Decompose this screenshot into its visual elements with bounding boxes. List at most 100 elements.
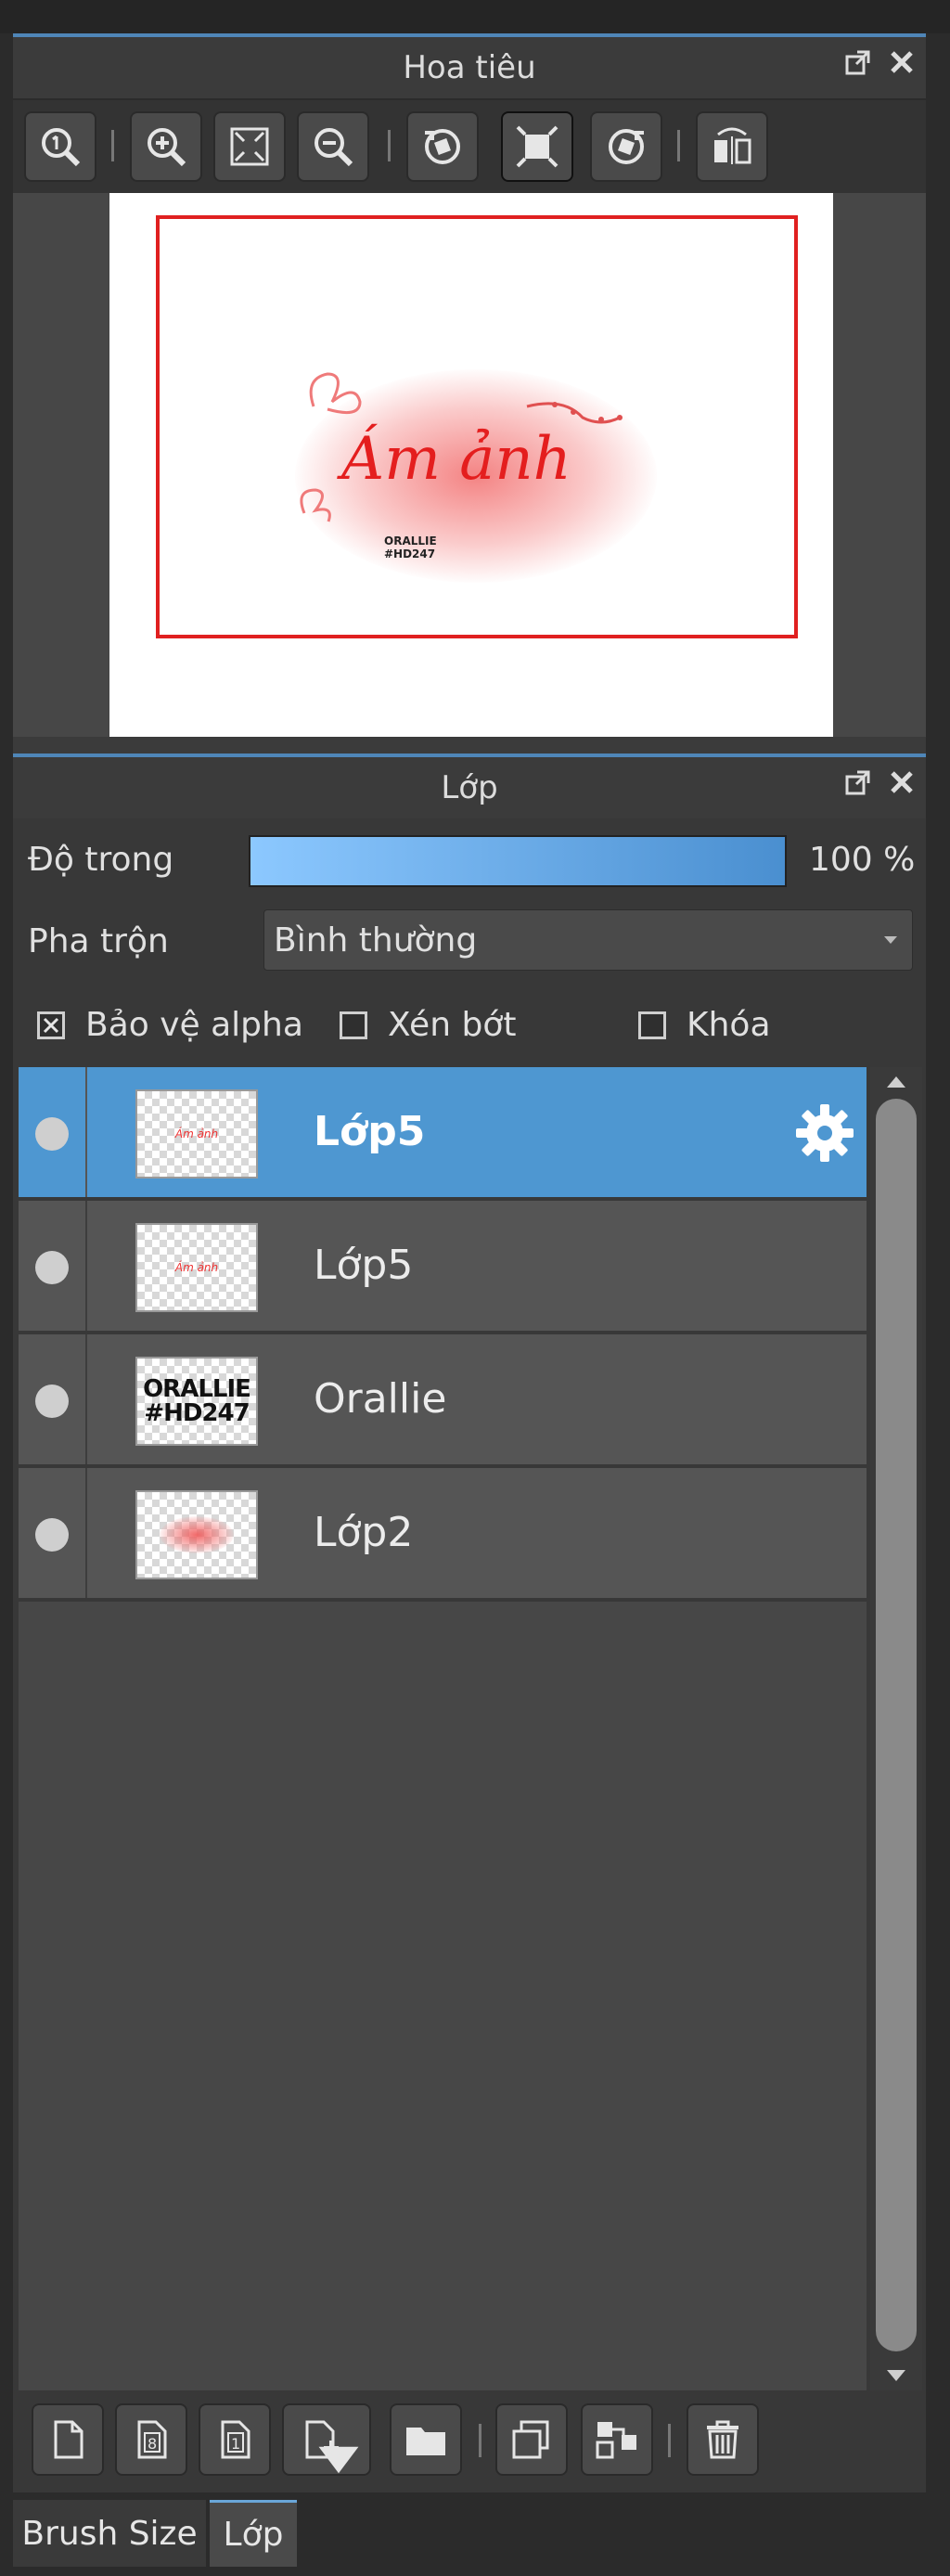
artwork-title: Ám ảnh [341,425,571,494]
duplicate-layer-button[interactable] [495,2403,568,2476]
thumbnail-watermark-line2: #HD247 [144,1399,250,1427]
blend-mode-value: Bình thường [274,921,478,960]
row-divider [85,1334,87,1464]
layer-row[interactable]: Lớp2 [19,1468,867,1602]
actual-size-icon [516,125,558,168]
rotate-left-icon [425,129,460,164]
lock-checkbox[interactable] [638,1011,666,1039]
new-layer-button[interactable] [32,2403,104,2476]
flip-button[interactable] [696,111,768,182]
visibility-toggle[interactable] [35,1518,69,1552]
layer-list: Ám ảnh Lớp5 Ám ảnh Lớp5 ORALLIE #HD247 O… [19,1067,867,2390]
layer-row[interactable]: ORALLIE #HD247 Orallie [19,1334,867,1468]
panel-gap [13,737,926,753]
popout-icon[interactable] [844,48,872,76]
canvas-preview: Ám ảnh ORALLIE #HD247 [109,193,833,737]
delete-layer-button[interactable] [687,2403,759,2476]
new-page-icon [54,2420,83,2459]
flip-icon [714,127,751,164]
folder-icon [406,2428,445,2455]
thumbnail-watermark-line1: ORALLIE [143,1375,251,1403]
close-icon[interactable] [889,49,915,75]
layer-row[interactable]: Ám ảnh Lớp5 [19,1067,867,1201]
artwork-watermark-line1: ORALLIE [384,535,437,547]
zoom-out-icon [315,128,353,167]
panel-tabs: Brush Size Lớp [0,2492,950,2576]
protect-alpha-checkbox[interactable] [37,1011,65,1039]
opacity-slider[interactable] [249,835,787,887]
new-1bit-layer-button[interactable]: 1 [199,2403,271,2476]
toolbar-separator [479,2424,481,2457]
layer-thumbnail: ORALLIE #HD247 [135,1357,258,1446]
layer-thumbnail: Ám ảnh [135,1223,258,1312]
clip-label: Xén bớt [388,1006,517,1044]
layer-toolbar: 8 1 [13,2390,926,2492]
tab-layer[interactable]: Lớp [210,2500,297,2567]
toolbar-separator [388,130,391,161]
layer-thumbnail [135,1490,258,1579]
toolbar-separator [668,2424,671,2457]
zoom-reset-button[interactable] [24,111,96,182]
blend-label: Pha trộn [28,922,169,960]
layer-row[interactable]: Ám ảnh Lớp5 [19,1201,867,1334]
clip-checkbox[interactable] [340,1011,367,1039]
toolbar-separator [111,130,114,161]
visibility-toggle[interactable] [35,1117,69,1151]
merge-down-button[interactable] [581,2403,653,2476]
close-icon[interactable] [889,769,915,795]
zoom-in-button[interactable] [130,111,202,182]
navigator-toolbar [13,100,926,193]
tab-brush-size[interactable]: Brush Size [13,2500,206,2567]
popout-icon[interactable] [844,768,872,796]
zoom-in-icon [148,128,186,167]
navigator-preview[interactable]: Ám ảnh ORALLIE #HD247 [13,193,926,737]
visibility-toggle[interactable] [35,1251,69,1284]
artwork-watermark-line2: #HD247 [384,547,436,560]
layer-scrollbar[interactable] [870,1067,922,2390]
thumbnail-artwork-text: Ám ảnh [174,1261,219,1274]
layer-header: Lớp [13,753,926,818]
row-divider [85,1067,87,1197]
opacity-label: Độ trong [28,841,174,879]
layer-name: Lớp2 [314,1509,414,1556]
layer-thumbnail: Ám ảnh [135,1089,258,1179]
layer-1bit-icon: 1 [221,2420,250,2459]
tab-layer-label: Lớp [223,2516,284,2554]
scroll-down-icon[interactable] [885,2368,907,2383]
merge-icon [596,2422,636,2459]
gear-icon[interactable] [794,1102,855,1164]
rotate-right-icon [609,129,644,164]
zoom-reset-icon [42,128,81,167]
zoom-out-button[interactable] [297,111,369,182]
svg-text:8: 8 [148,2435,157,2453]
navigator-title: Hoa tiêu [403,49,536,86]
actual-size-button[interactable] [501,111,573,182]
protect-alpha-label: Bảo vệ alpha [85,1006,303,1044]
layer-8bit-icon: 8 [137,2420,167,2459]
trash-icon [707,2420,738,2459]
add-layer-menu-button[interactable] [282,2403,371,2476]
fit-screen-icon [230,127,269,166]
check-x-icon [43,1017,59,1034]
fit-screen-button[interactable] [213,111,286,182]
layer-name: Lớp5 [314,1242,414,1289]
new-folder-button[interactable] [390,2403,462,2476]
chevron-down-icon [884,936,897,944]
row-divider [85,1201,87,1331]
tab-brush-size-label: Brush Size [21,2514,198,2553]
chevron-down-icon [318,2446,359,2474]
svg-text:1: 1 [231,2435,240,2453]
blend-mode-select[interactable]: Bình thường [263,909,913,971]
layer-name: Lớp5 [314,1108,426,1155]
toolbar-separator [677,130,680,161]
scroll-up-icon[interactable] [885,1075,907,1089]
new-8bit-layer-button[interactable]: 8 [115,2403,187,2476]
opacity-value: 100 % [809,841,916,879]
visibility-toggle[interactable] [35,1385,69,1418]
lock-label: Khóa [687,1006,771,1044]
layer-panel-title: Lớp [441,769,498,806]
rotate-right-button[interactable] [590,111,662,182]
layer-name: Orallie [314,1375,447,1423]
scroll-thumb[interactable] [876,1099,917,2351]
rotate-left-button[interactable] [406,111,479,182]
